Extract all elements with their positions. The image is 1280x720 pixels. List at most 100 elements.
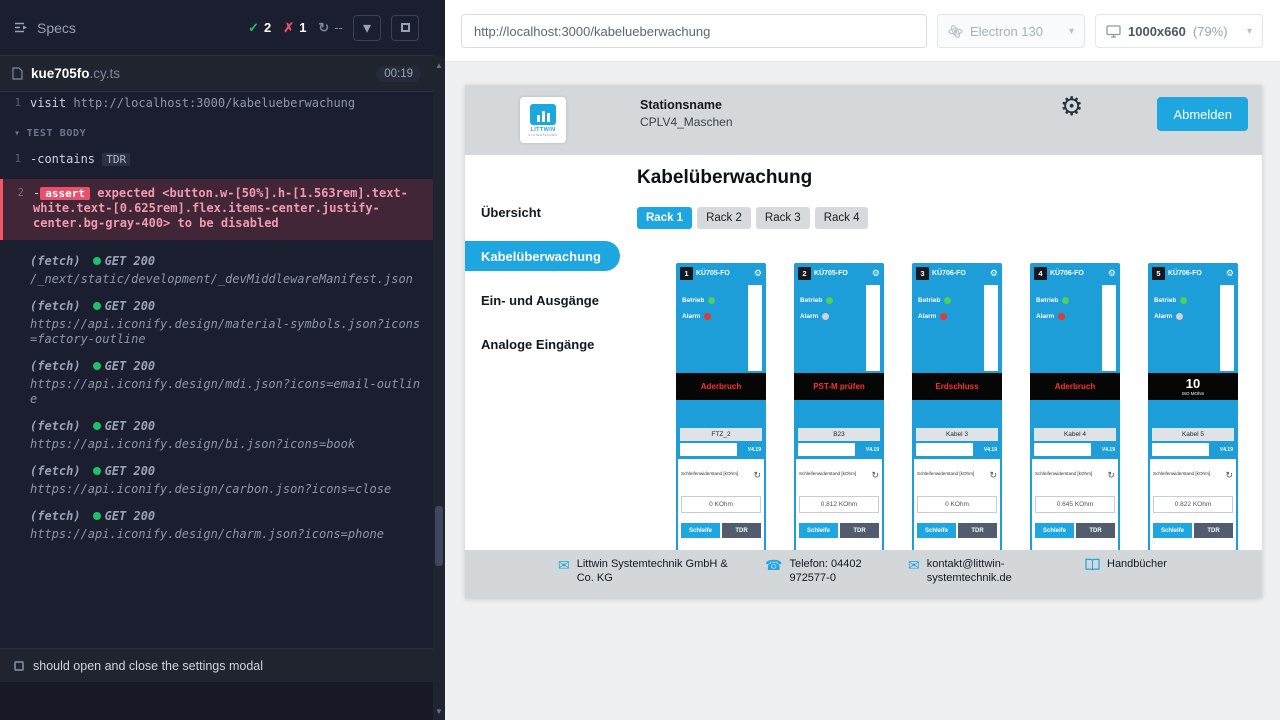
card-meter: [1220, 285, 1234, 371]
tdr-button[interactable]: TDR: [840, 523, 879, 538]
fetch-url: https://api.iconify.design/carbon.json?i…: [30, 482, 425, 497]
tdr-button[interactable]: TDR: [958, 523, 997, 538]
sidebar-item-label: Ein- und Ausgänge: [481, 293, 599, 308]
stop-button[interactable]: [391, 15, 419, 41]
browser-toolbar: Electron 130 ▾ 1000x660 (79%) ▾: [445, 0, 1280, 62]
command-assert-failed[interactable]: 2 -assert expected <button.w-[50%].h-[1.…: [0, 179, 433, 240]
card-meter: [1102, 285, 1116, 371]
collapse-button[interactable]: ▾: [353, 15, 381, 41]
fetch-status: GET 200: [105, 359, 156, 373]
fetch-status: GET 200: [105, 419, 156, 433]
status-unit: ISO MOhm: [1182, 391, 1205, 396]
rack-tab[interactable]: Rack 3: [756, 207, 810, 229]
status-ok-icon: [93, 422, 101, 430]
firmware-version: V4.19: [748, 447, 761, 453]
card-settings-icon[interactable]: ⚙: [990, 269, 998, 278]
card-meter: [748, 285, 762, 371]
card-settings-icon[interactable]: ⚙: [754, 269, 762, 278]
test-body-section[interactable]: ▾ TEST BODY: [0, 128, 433, 141]
rack-tab[interactable]: Rack 4: [815, 207, 869, 229]
card-field: [798, 443, 855, 456]
viewport-select[interactable]: 1000x660 (79%) ▾: [1095, 14, 1263, 48]
tdr-button[interactable]: TDR: [1076, 523, 1115, 538]
rack-tab-label: Rack 3: [765, 212, 801, 224]
refresh-icon[interactable]: ↻: [871, 471, 879, 480]
tdr-button[interactable]: TDR: [722, 523, 761, 538]
footer-manuals[interactable]: Handbücher: [1085, 558, 1167, 598]
rack-tab[interactable]: Rack 1: [637, 207, 692, 229]
card-settings-icon[interactable]: ⚙: [1108, 269, 1116, 278]
rack-tab-label: Rack 4: [824, 212, 860, 224]
sidebar-item[interactable]: Analoge Eingänge: [465, 329, 620, 359]
browser-select[interactable]: Electron 130 ▾: [937, 14, 1085, 48]
fetch-log-entry[interactable]: (fetch)GET 200 https://api.iconify.desig…: [0, 353, 433, 413]
refresh-icon[interactable]: ↻: [753, 471, 761, 480]
refresh-icon[interactable]: ↻: [1225, 471, 1233, 480]
footer-phone[interactable]: ☎ Telefon: 04402 972577-0: [765, 558, 908, 598]
refresh-icon[interactable]: ↻: [1107, 471, 1115, 480]
schleife-button[interactable]: Schleife: [917, 523, 956, 538]
sidebar-item[interactable]: Übersicht: [465, 197, 620, 227]
card-field: [680, 443, 737, 456]
fetch-log-entry[interactable]: (fetch)GET 200 /_next/static/development…: [0, 248, 433, 293]
schleife-button[interactable]: Schleife: [799, 523, 838, 538]
card-number: 1: [680, 267, 693, 280]
betrieb-indicator: Betrieb: [1036, 297, 1096, 304]
viewport-size: 1000x660: [1128, 24, 1186, 39]
card-model: KÜ706-FO: [1168, 270, 1202, 277]
failed-icon: ✗: [283, 20, 294, 36]
fetch-tag: (fetch): [30, 254, 81, 268]
card-status-display: Aderbruch: [1030, 373, 1120, 400]
spec-file-row[interactable]: kue705fo.cy.ts 00:19: [0, 56, 433, 92]
command-name: contains: [37, 152, 95, 166]
sidebar-item[interactable]: Kabelüberwachung: [465, 241, 620, 271]
next-test-row[interactable]: should open and close the settings modal: [0, 648, 433, 682]
littwin-logo-icon: [530, 104, 556, 125]
schleife-button[interactable]: Schleife: [1153, 523, 1192, 538]
cable-monitor-card: 5 KÜ706-FO ⚙ Betrieb Alarm: [1148, 263, 1238, 550]
refresh-icon[interactable]: ↻: [989, 471, 997, 480]
alarm-indicator: Alarm: [800, 313, 860, 320]
station-label: Stationsname: [640, 98, 733, 112]
log-scrollbar: ▲ ▼: [433, 56, 445, 720]
logout-button[interactable]: Abmelden: [1157, 97, 1248, 131]
fetch-log-entry[interactable]: (fetch)GET 200 https://api.iconify.desig…: [0, 503, 433, 548]
fetch-tag: (fetch): [30, 464, 81, 478]
status-ok-icon: [93, 512, 101, 520]
schleife-button[interactable]: Schleife: [1035, 523, 1074, 538]
fetch-url: https://api.iconify.design/bi.json?icons…: [30, 437, 425, 452]
cable-name: Kabel 4: [1034, 428, 1116, 441]
schleife-button[interactable]: Schleife: [681, 523, 720, 538]
card-number: 2: [798, 267, 811, 280]
scroll-down-icon[interactable]: ▼: [433, 704, 445, 718]
command-log: 1 visit http://localhost:3000/kabelueber…: [0, 92, 433, 648]
rack-tab[interactable]: Rack 2: [697, 207, 751, 229]
fetch-log-entry[interactable]: (fetch)GET 200 https://api.iconify.desig…: [0, 293, 433, 353]
tdr-button[interactable]: TDR: [1194, 523, 1233, 538]
scrollbar-thumb[interactable]: [435, 506, 443, 566]
command-visit[interactable]: 1 visit http://localhost:3000/kabelueber…: [0, 92, 433, 115]
runner-header: Specs ✓ 2 ✗ 1 ↻ -- ▾: [0, 0, 433, 56]
betrieb-indicator: Betrieb: [918, 297, 978, 304]
card-settings-icon[interactable]: ⚙: [872, 269, 880, 278]
fetch-log-entry[interactable]: (fetch)GET 200 https://api.iconify.desig…: [0, 458, 433, 503]
footer-email[interactable]: ✉ kontakt@littwin-systemtechnik.de: [908, 558, 1085, 598]
card-settings-icon[interactable]: ⚙: [1226, 269, 1234, 278]
browser-label: Electron 130: [970, 24, 1043, 39]
url-input[interactable]: [461, 14, 927, 48]
passed-stat: ✓ 2: [248, 20, 271, 36]
alarm-indicator: Alarm: [1036, 313, 1096, 320]
status-ok-icon: [93, 467, 101, 475]
viewport-zoom: (79%): [1193, 24, 1228, 39]
firmware-version: V4.19: [1102, 447, 1115, 453]
rack-tab-label: Rack 2: [706, 212, 742, 224]
resistance-label: Schleifenwiderstand [kOhm]: [1035, 471, 1092, 477]
fetch-log-entry[interactable]: (fetch)GET 200 https://api.iconify.desig…: [0, 413, 433, 458]
settings-gear-icon[interactable]: ⚙: [1060, 93, 1083, 119]
betrieb-led-icon: [1062, 297, 1069, 304]
sidebar-item[interactable]: Ein- und Ausgänge: [465, 285, 620, 315]
pending-stat: ↻ --: [318, 20, 343, 36]
scroll-up-icon[interactable]: ▲: [433, 58, 445, 72]
specs-menu-button[interactable]: Specs: [14, 20, 76, 36]
command-contains[interactable]: 1 -contains TDR: [0, 148, 433, 171]
